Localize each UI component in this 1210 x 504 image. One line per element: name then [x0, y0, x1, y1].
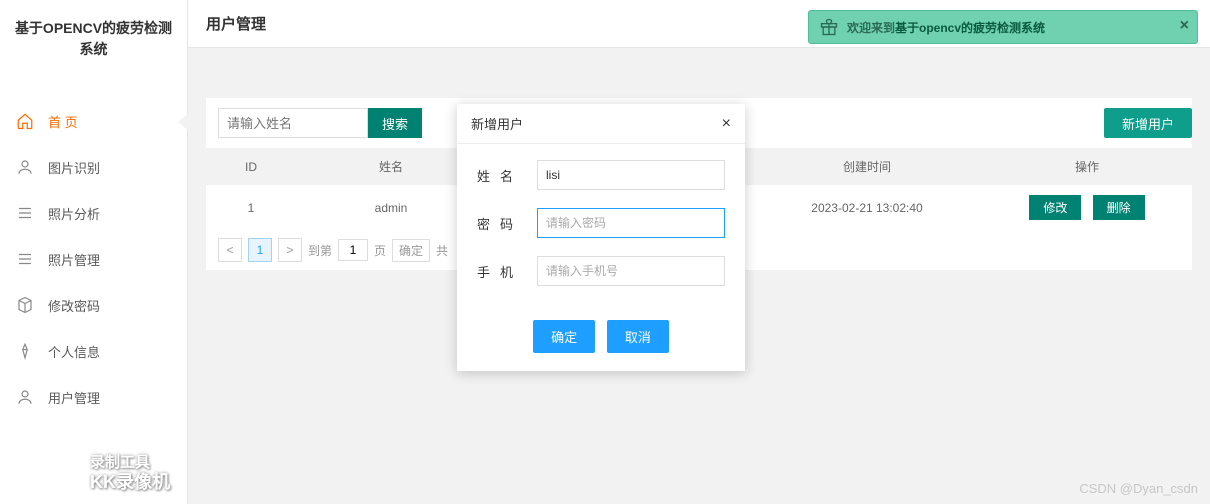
page-title: 用户管理 — [206, 13, 266, 34]
name-field[interactable] — [537, 160, 725, 190]
gift-icon — [819, 17, 839, 37]
cell-id: 1 — [206, 185, 296, 230]
label-password: 密码 — [477, 214, 537, 233]
page-current[interactable]: 1 — [248, 238, 272, 262]
search-input[interactable] — [218, 108, 368, 138]
nav: 首 页 图片识别 照片分析 照片管理 修改密码 个人信息 用户管理 — [0, 78, 187, 420]
pager-page-suffix: 页 — [374, 242, 386, 259]
modal-body: 姓名 密码 手机 — [457, 144, 745, 314]
label-phone: 手机 — [477, 262, 537, 281]
sidebar-notch — [178, 112, 190, 132]
cube-icon — [16, 296, 34, 314]
sidebar-item-label: 修改密码 — [48, 296, 100, 315]
home-icon — [16, 112, 34, 130]
form-row-password: 密码 — [477, 208, 725, 238]
sidebar-item-label: 首 页 — [48, 112, 78, 131]
list-icon — [16, 204, 34, 222]
modal-title: 新增用户 — [471, 114, 523, 133]
header: 用户管理 欢迎来到基于opencv的疲劳检测系统 × — [188, 0, 1210, 48]
sidebar-item-change-password[interactable]: 修改密码 — [0, 282, 187, 328]
sidebar-item-user-manage[interactable]: 用户管理 — [0, 374, 187, 420]
th-created: 创建时间 — [752, 148, 982, 185]
sidebar-item-label: 照片分析 — [48, 204, 100, 223]
edit-button[interactable]: 修改 — [1029, 195, 1081, 220]
pager-confirm[interactable]: 确定 — [392, 239, 430, 262]
pager-to-label: 到第 — [308, 242, 332, 259]
csdn-watermark: CSDN @Dyan_csdn — [1079, 481, 1198, 496]
next-page[interactable]: > — [278, 238, 302, 262]
sidebar-item-home[interactable]: 首 页 — [0, 98, 187, 144]
watermark-line1: 录制工具 — [90, 454, 170, 472]
cell-created: 2023-02-21 13:02:40 — [752, 185, 982, 230]
close-icon[interactable]: × — [1180, 17, 1189, 35]
th-ops: 操作 — [982, 148, 1192, 185]
sidebar-item-label: 用户管理 — [48, 388, 100, 407]
sidebar-item-photo-manage[interactable]: 照片管理 — [0, 236, 187, 282]
pager-total-prefix: 共 — [436, 242, 448, 259]
form-row-phone: 手机 — [477, 256, 725, 286]
watermark-line2: KK录像机 — [90, 472, 170, 494]
sidebar-item-profile[interactable]: 个人信息 — [0, 328, 187, 374]
modal-footer: 确定 取消 — [457, 314, 745, 371]
list-icon — [16, 250, 34, 268]
sidebar-item-label: 图片识别 — [48, 158, 100, 177]
app-title: 基于OPENCV的疲劳检测系统 — [0, 0, 187, 78]
label-name: 姓名 — [477, 166, 537, 185]
close-icon[interactable]: × — [722, 115, 731, 133]
th-id: ID — [206, 148, 296, 185]
search-button[interactable]: 搜索 — [368, 108, 422, 138]
password-field[interactable] — [537, 208, 725, 238]
sidebar-item-label: 照片管理 — [48, 250, 100, 269]
prev-page[interactable]: < — [218, 238, 242, 262]
phone-field[interactable] — [537, 256, 725, 286]
page-input[interactable] — [338, 239, 368, 261]
cell-ops: 修改 删除 — [982, 185, 1192, 230]
welcome-banner: 欢迎来到基于opencv的疲劳检测系统 × — [808, 10, 1198, 44]
watermark: 录制工具 KK录像机 — [90, 454, 170, 494]
cancel-button[interactable]: 取消 — [607, 320, 669, 353]
sidebar-item-photo-analyze[interactable]: 照片分析 — [0, 190, 187, 236]
banner-text: 欢迎来到基于opencv的疲劳检测系统 — [847, 19, 1045, 36]
add-user-modal: 新增用户 × 姓名 密码 手机 确定 取消 — [457, 104, 745, 371]
pen-icon — [16, 342, 34, 360]
modal-header: 新增用户 × — [457, 104, 745, 144]
form-row-name: 姓名 — [477, 160, 725, 190]
sidebar-item-label: 个人信息 — [48, 342, 100, 361]
delete-button[interactable]: 删除 — [1093, 195, 1145, 220]
user-icon — [16, 158, 34, 176]
sidebar: 基于OPENCV的疲劳检测系统 首 页 图片识别 照片分析 照片管理 修改密码 … — [0, 0, 188, 504]
ok-button[interactable]: 确定 — [533, 320, 595, 353]
add-user-button[interactable]: 新增用户 — [1104, 108, 1192, 138]
user-icon — [16, 388, 34, 406]
sidebar-item-image-detect[interactable]: 图片识别 — [0, 144, 187, 190]
